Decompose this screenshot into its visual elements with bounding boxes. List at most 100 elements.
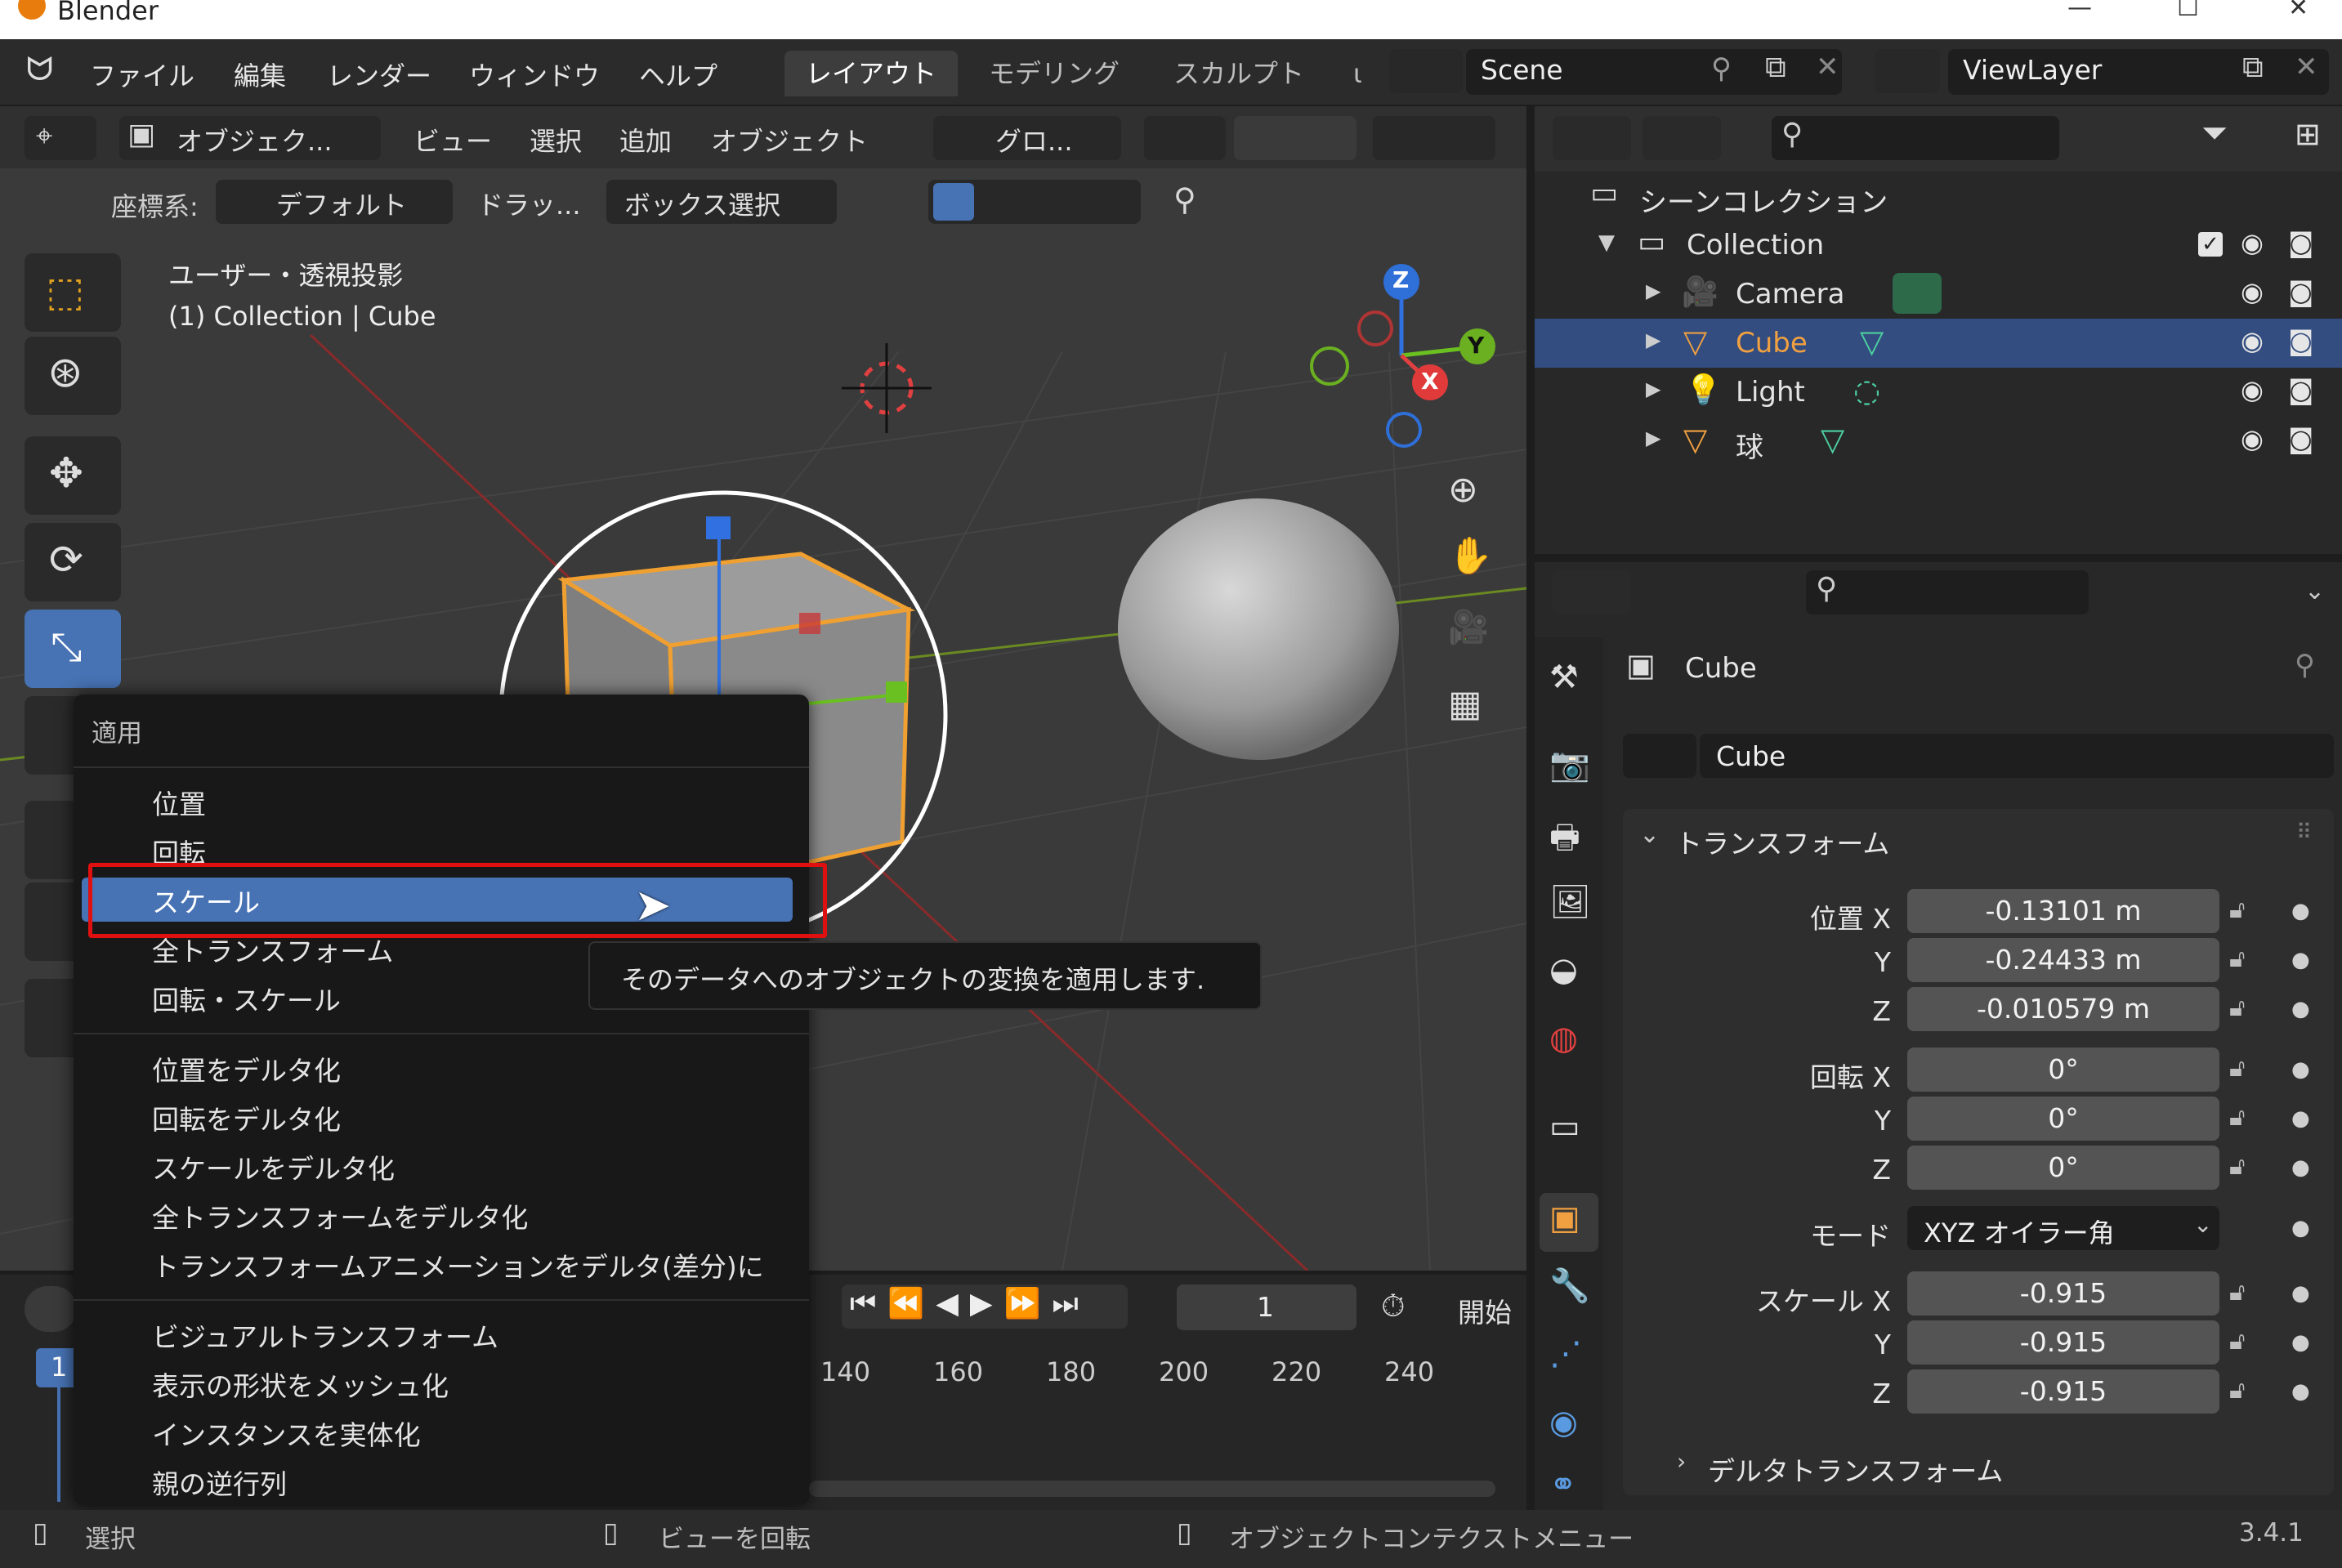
ortho-grid-icon[interactable]: ▦ — [1448, 683, 1482, 725]
keyframe-dot-icon[interactable]: ● — [2291, 1216, 2310, 1240]
render-camera-icon[interactable]: ◙ — [2288, 374, 2313, 405]
rotation-y-field[interactable]: 0° — [1907, 1097, 2219, 1141]
delete-viewlayer-icon[interactable]: ✕ — [2295, 51, 2318, 83]
physics-tab-icon[interactable]: ◉ — [1549, 1404, 1578, 1441]
camera-view-icon[interactable]: 🎥 — [1448, 608, 1489, 646]
lock-icon[interactable]: 🔓︎ — [2229, 1152, 2245, 1181]
keyframe-dot-icon[interactable]: ● — [2291, 1106, 2310, 1131]
mesh-data-icon[interactable]: ▽ — [1860, 324, 1884, 360]
solid-shading-icon[interactable] — [933, 183, 974, 221]
menu-item-scale-to-delta[interactable]: スケールをデルタ化 — [152, 1147, 395, 1186]
tool-cursor[interactable]: ⊛ — [25, 337, 121, 415]
menu-add[interactable]: 追加 — [619, 121, 672, 159]
lock-icon[interactable]: 🔓︎ — [2229, 1054, 2245, 1083]
outliner-row-cube[interactable]: ▶ ▽ Cube ▽ ◉ ◙ — [1535, 319, 2342, 368]
location-x-field[interactable]: -0.13101 m — [1907, 889, 2219, 933]
menu-item-visual-transform[interactable]: ビジュアルトランスフォーム — [152, 1316, 498, 1355]
render-camera-icon[interactable]: ◙ — [2288, 423, 2313, 454]
tab-sculpt[interactable]: スカルプト — [1152, 51, 1325, 96]
menu-item-location-to-delta[interactable]: 位置をデルタ化 — [152, 1049, 341, 1088]
location-z-field[interactable]: -0.010579 m — [1907, 987, 2219, 1031]
scale-x-field[interactable]: -0.915 — [1907, 1271, 2219, 1316]
keyframe-dot-icon[interactable]: ● — [2291, 1057, 2310, 1082]
menu-item-animated-to-delta[interactable]: トランスフォームアニメーションをデルタ(差分)に — [152, 1245, 764, 1284]
outliner-row-light[interactable]: ▶ 💡 Light ◌ ◉ ◙ — [1535, 368, 2342, 417]
render-tab-icon[interactable]: 📷 — [1549, 745, 1590, 784]
menu-edit[interactable]: 編集 — [234, 56, 286, 93]
close-button[interactable]: ✕ — [2288, 0, 2308, 22]
exclude-checkbox[interactable]: ✓ — [2198, 232, 2223, 257]
tool-move[interactable]: ✥ — [25, 436, 121, 515]
zoom-icon[interactable]: ⊕ — [1448, 469, 1478, 511]
particles-tab-icon[interactable]: ⋰ — [1549, 1335, 1582, 1373]
delta-transform-panel-title[interactable]: デルタトランスフォーム — [1708, 1450, 2003, 1489]
drag-handle-icon[interactable]: ⠿ — [2296, 820, 2312, 845]
pin-icon[interactable]: ⚲ — [2295, 649, 2315, 681]
object-name-field[interactable] — [1700, 734, 2334, 778]
menu-item-rotation-scale[interactable]: 回転・スケール — [152, 979, 341, 1018]
menu-item-visual-geometry-to-mesh[interactable]: 表示の形状をメッシュ化 — [152, 1365, 449, 1404]
lock-icon[interactable]: 🔓︎ — [2229, 1327, 2245, 1356]
outliner-row-scene-collection[interactable]: ▭ シーンコレクション — [1535, 172, 2342, 221]
filter-icon[interactable]: ⏷ — [2201, 114, 2228, 152]
render-camera-icon[interactable]: ◙ — [2288, 276, 2313, 307]
timeline-scrollbar[interactable] — [809, 1481, 1495, 1497]
tool-scale[interactable]: ⤡ — [25, 610, 121, 688]
transform-panel-title[interactable]: トランスフォーム — [1675, 822, 1889, 861]
collection-tab-icon[interactable]: ▭ — [1549, 1108, 1580, 1146]
menu-object[interactable]: オブジェクト — [711, 121, 868, 159]
new-viewlayer-icon[interactable]: ⧉ — [2242, 51, 2264, 85]
lock-icon[interactable]: 🔓︎ — [2229, 896, 2245, 924]
keyframe-dot-icon[interactable]: ● — [2291, 1379, 2310, 1404]
lock-icon[interactable]: 🔓︎ — [2229, 1103, 2245, 1132]
lock-icon[interactable]: 🔓︎ — [2229, 1278, 2245, 1307]
object-tab-icon[interactable]: ▣ — [1549, 1199, 1580, 1237]
timeline-editor-type-icon[interactable] — [25, 1286, 77, 1332]
blender-menu-icon[interactable]: ᗢ — [26, 51, 53, 88]
location-y-field[interactable]: -0.24433 m — [1907, 938, 2219, 982]
maximize-button[interactable]: ☐ — [2177, 0, 2199, 22]
outliner-editor-type[interactable] — [1553, 116, 1631, 160]
outliner-row-camera[interactable]: ▶ 🎥 Camera ◉ ◙ — [1535, 270, 2342, 319]
scene-selector-icon[interactable] — [1389, 49, 1463, 93]
gizmo-y-label[interactable]: Y — [1468, 332, 1484, 359]
tab-modeling[interactable]: モデリング — [968, 51, 1141, 96]
visibility-eye-icon[interactable]: ◉ — [2241, 276, 2264, 307]
gizmo-z-label[interactable]: Z — [1392, 266, 1409, 293]
rotation-z-field[interactable]: 0° — [1907, 1146, 2219, 1190]
scale-y-field[interactable]: -0.915 — [1907, 1320, 2219, 1365]
expand-arrow-icon[interactable]: ▶ — [1646, 328, 1660, 351]
menu-render[interactable]: レンダー — [327, 56, 431, 93]
chevron-down-icon[interactable]: ⌄ — [2304, 577, 2325, 605]
playback-icons[interactable]: ⏮⏪◀▶⏩⏭ — [850, 1286, 1090, 1321]
tab-layout[interactable]: レイアウト — [784, 51, 959, 96]
new-scene-icon[interactable]: ⧉ — [1765, 51, 1786, 85]
search-icon[interactable]: ⚲ — [1173, 181, 1196, 217]
menu-item-make-instances-real[interactable]: インスタンスを実体化 — [152, 1414, 421, 1453]
panel-expand-icon[interactable]: › — [1677, 1448, 1686, 1475]
menu-item-all-to-delta[interactable]: 全トランスフォームをデルタ化 — [152, 1196, 528, 1235]
keyframe-dot-icon[interactable]: ● — [2291, 948, 2310, 972]
menu-item-location[interactable]: 位置 — [152, 783, 206, 822]
visibility-eye-icon[interactable]: ◉ — [2241, 374, 2264, 405]
keyframe-dot-icon[interactable]: ● — [2291, 1330, 2310, 1355]
object-data-browse[interactable] — [1623, 734, 1696, 778]
keyframe-dot-icon[interactable]: ● — [2291, 1155, 2310, 1180]
tool-select-box[interactable]: ⬚ — [25, 253, 121, 332]
keyframe-dot-icon[interactable]: ● — [2291, 1281, 2310, 1306]
visibility-eye-icon[interactable]: ◉ — [2241, 423, 2264, 454]
outliner-search-input[interactable] — [1772, 116, 2059, 160]
keyframe-dot-icon[interactable]: ● — [2291, 997, 2310, 1021]
tool-rotate[interactable]: ⟳ — [25, 523, 121, 601]
minimize-button[interactable]: — — [2067, 0, 2092, 22]
snap-button[interactable] — [1234, 116, 1356, 160]
world-tab-icon[interactable]: ◍ — [1549, 1020, 1578, 1057]
pivot-point-button[interactable] — [1144, 116, 1226, 160]
menu-select[interactable]: 選択 — [530, 121, 582, 159]
outliner-row-collection[interactable]: ▼ ▭ Collection ✓ ◉ ◙ — [1535, 221, 2342, 270]
mesh-data-icon[interactable]: ▽ — [1821, 422, 1844, 458]
menu-file[interactable]: ファイル — [90, 56, 194, 93]
proportional-edit-button[interactable] — [1373, 116, 1495, 160]
expand-arrow-icon[interactable]: ▶ — [1646, 279, 1660, 302]
lock-icon[interactable]: 🔓︎ — [2229, 1376, 2245, 1405]
